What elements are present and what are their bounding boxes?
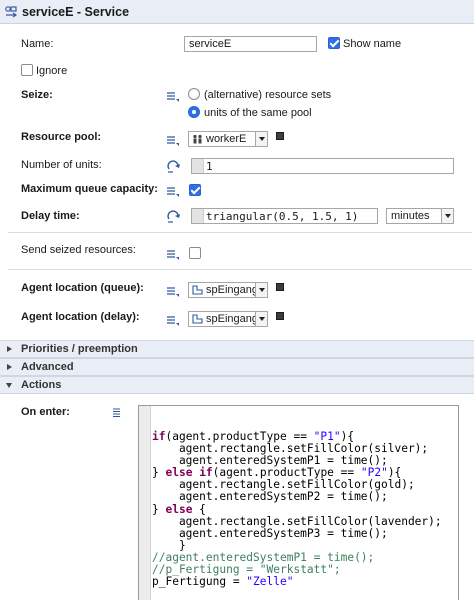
chevron-right-icon	[7, 346, 12, 352]
resource-pool-label: Resource pool:	[21, 131, 102, 143]
delay-unit-value: minutes	[391, 210, 430, 222]
space-markup-icon	[192, 314, 203, 324]
resource-pool-icon	[193, 134, 202, 144]
delay-time-input[interactable]: triangular(0.5, 1.5, 1)	[191, 208, 378, 224]
agent-location-queue-select[interactable]: spEingang	[188, 282, 268, 298]
seize-option-resource-sets: (alternative) resource sets	[204, 89, 332, 101]
name-label: Name:	[21, 38, 54, 50]
code-icon[interactable]	[112, 408, 121, 418]
delay-time-label: Delay time:	[21, 210, 80, 222]
seize-label: Seize:	[21, 89, 53, 101]
ignore-checkbox[interactable]	[21, 64, 33, 76]
dynamic-mode-icon[interactable]	[166, 160, 182, 173]
stop-square-icon[interactable]	[276, 132, 284, 140]
static-mode-icon[interactable]	[166, 285, 180, 297]
chevron-down-icon[interactable]	[255, 312, 267, 326]
send-seized-label: Send seized resources:	[21, 244, 136, 256]
static-mode-icon[interactable]	[166, 314, 180, 326]
units-value: 1	[206, 160, 213, 173]
chevron-right-icon	[7, 364, 12, 370]
divider	[8, 232, 472, 233]
chevron-down-icon	[6, 383, 12, 388]
chevron-down-icon[interactable]	[255, 283, 267, 297]
units-input[interactable]: 1	[191, 158, 454, 174]
delay-unit-select[interactable]: minutes	[386, 208, 454, 224]
send-seized-checkbox[interactable]	[189, 247, 201, 259]
on-enter-code-editor[interactable]: if(agent.productType == "P1"){ agent.rec…	[138, 405, 459, 600]
max-queue-checkbox[interactable]	[189, 184, 201, 196]
static-mode-icon[interactable]	[166, 90, 180, 102]
seize-radio-resource-sets[interactable]	[188, 88, 200, 100]
on-enter-label: On enter:	[21, 406, 70, 418]
static-mode-icon[interactable]	[166, 185, 180, 197]
static-mode-icon[interactable]	[166, 248, 180, 260]
resource-pool-select[interactable]: workerE	[188, 131, 268, 147]
agent-location-delay-label: Agent location (delay):	[21, 311, 140, 323]
agent-location-queue-label: Agent location (queue):	[21, 282, 144, 294]
static-mode-icon[interactable]	[166, 134, 180, 146]
seize-radio-same-pool[interactable]	[188, 106, 200, 118]
section-actions[interactable]: Actions	[0, 376, 474, 394]
units-label: Number of units:	[21, 159, 102, 171]
name-input[interactable]: serviceE	[184, 36, 317, 52]
seize-option-same-pool: units of the same pool	[204, 107, 312, 119]
stop-square-icon[interactable]	[276, 283, 284, 291]
ignore-label: Ignore	[36, 65, 68, 77]
agent-location-delay-select[interactable]: spEingang	[188, 311, 268, 327]
chevron-down-icon[interactable]	[255, 132, 267, 146]
space-markup-icon	[192, 285, 203, 295]
delay-time-value: triangular(0.5, 1.5, 1)	[206, 210, 359, 223]
resource-pool-value: workerE	[206, 133, 247, 145]
max-queue-label: Maximum queue capacity:	[21, 183, 158, 195]
code-text: if(agent.productType == "P1"){ agent.rec…	[152, 430, 442, 589]
agent-location-queue-value: spEingang	[206, 284, 258, 296]
dynamic-mode-icon[interactable]	[166, 210, 182, 223]
section-priorities[interactable]: Priorities / preemption	[0, 340, 474, 358]
chevron-down-icon[interactable]	[441, 209, 453, 223]
show-name-label: Show name	[343, 38, 402, 50]
service-icon	[5, 6, 18, 18]
stop-square-icon[interactable]	[276, 312, 284, 320]
page-title: serviceE - Service	[22, 5, 130, 19]
agent-location-delay-value: spEingang	[206, 313, 258, 325]
title-bar: serviceE - Service	[0, 0, 474, 24]
show-name-checkbox[interactable]	[328, 37, 340, 49]
section-advanced[interactable]: Advanced	[0, 358, 474, 376]
divider	[8, 269, 472, 270]
